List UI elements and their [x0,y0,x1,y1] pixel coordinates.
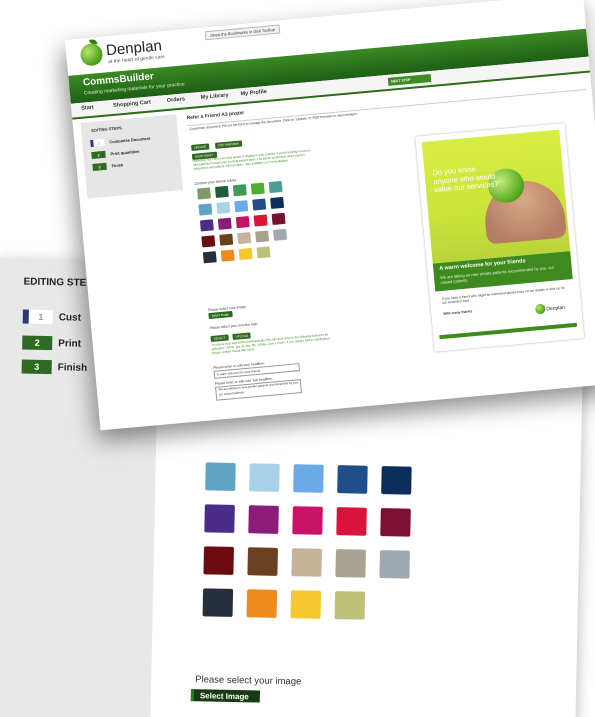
colour-swatch[interactable] [246,589,278,618]
nav-orders[interactable]: Orders [167,96,186,104]
step-label: Cust [58,311,82,324]
colour-swatch[interactable] [381,466,412,495]
step-label: Print [58,337,82,350]
colour-swatch[interactable] [198,203,213,216]
colour-swatch[interactable] [216,201,231,214]
colour-swatch[interactable] [336,507,367,536]
colour-swatch[interactable] [256,246,271,259]
pdf-preview-button[interactable]: PDF PREVIEW [214,140,243,149]
step-finish[interactable]: 3 Finish [21,358,88,375]
colour-swatch[interactable] [248,505,279,534]
colour-swatch[interactable] [379,550,410,579]
select-image-button[interactable]: Select Image [208,311,233,320]
colour-swatch[interactable] [203,546,234,575]
colour-swatch[interactable] [291,548,322,577]
colour-swatch[interactable] [201,235,216,248]
colour-swatch[interactable] [202,251,217,264]
colour-swatch[interactable] [273,228,288,241]
bookmark-help-link[interactable]: Show the Bookmarks in click Toolbar [204,24,281,41]
step-label: Customise Document [109,135,151,145]
poster-footer-stripe [439,322,578,340]
apple-logo-icon [79,42,104,67]
nav-my-library[interactable]: My Library [201,92,229,100]
colour-swatch[interactable] [252,198,267,211]
step-number: 3 [21,359,52,375]
poster-apple-logo-icon [534,303,546,315]
colour-swatch-grid [202,462,412,620]
colour-swatch[interactable] [220,249,235,262]
colour-swatch[interactable] [205,462,236,491]
colour-swatch[interactable] [250,182,265,195]
colour-swatch[interactable] [235,216,250,229]
colour-swatch[interactable] [214,185,229,198]
step-label: Print quantities [110,148,140,157]
practice-logo-label: Please select your practice logo [209,321,258,331]
step-print[interactable]: 2 Print [22,334,81,351]
colour-swatch[interactable] [238,247,253,261]
step-print-quantities[interactable]: 2 Print quantities [91,148,140,160]
step-customise-document[interactable]: 1 Customise Document [90,135,151,148]
colour-swatch[interactable] [270,196,285,210]
colour-swatch[interactable] [199,219,214,232]
poster-photo: Do you know anyone who would value our s… [421,129,571,264]
select-image-button[interactable]: Select Image [190,689,260,703]
colour-swatch[interactable] [271,212,286,225]
colour-swatch[interactable] [202,588,234,617]
colour-swatch[interactable] [293,464,324,493]
colour-swatch[interactable] [232,184,247,197]
next-step-button[interactable]: NEXT STEP [387,74,432,86]
colour-swatch[interactable] [335,549,366,578]
step-label: Finish [111,162,124,169]
nav-shopping-cart[interactable]: Shopping Cart [113,99,151,108]
step-customise[interactable]: 1 Cust [22,308,82,325]
step-finish[interactable]: 3 Finish [92,161,124,172]
colour-swatch[interactable] [234,200,249,213]
step-number: 2 [91,150,106,160]
step-label: Finish [57,361,88,374]
colour-swatch[interactable] [253,214,268,227]
colour-swatch[interactable] [247,547,278,576]
colour-swatch[interactable] [217,217,232,230]
poster-preview: Do you know anyone who would value our s… [415,123,585,352]
colour-swatch[interactable] [197,187,211,200]
poster-logo-text: Denplan [546,304,566,313]
colour-swatch[interactable] [249,463,280,492]
commsbuilder-screen: Denplan at the heart of gentle care Show… [65,0,595,431]
logo-format-note: To ensure your logo prints professionall… [211,332,331,355]
colour-swatch-grid [197,180,288,264]
update-button[interactable]: UPDATE [191,143,210,151]
step-number: 2 [22,335,53,351]
nav-my-profile[interactable]: My Profile [240,89,267,97]
select-image-label: Please select your image [195,674,302,688]
colour-swatch[interactable] [337,465,368,494]
colour-swatch[interactable] [255,230,270,243]
colour-swatch[interactable] [292,506,323,535]
step-number: 1 [22,309,53,325]
nav-start[interactable]: Start [81,105,94,112]
colour-swatch[interactable] [290,590,322,619]
colour-swatch[interactable] [380,508,411,537]
editing-steps-panel: EDITING STEPS 1 Customise Document 2 Pri… [80,114,184,199]
step-number: 1 [90,138,105,148]
step-number: 3 [92,162,107,172]
colour-swatch[interactable] [237,232,252,245]
colour-swatch[interactable] [268,180,283,194]
colour-swatch[interactable] [219,233,234,246]
editing-steps-title: EDITING STEPS [91,125,122,133]
poster-thanks: With many thanks [443,309,473,316]
colour-swatch[interactable] [334,591,366,620]
colour-swatch[interactable] [204,504,235,533]
